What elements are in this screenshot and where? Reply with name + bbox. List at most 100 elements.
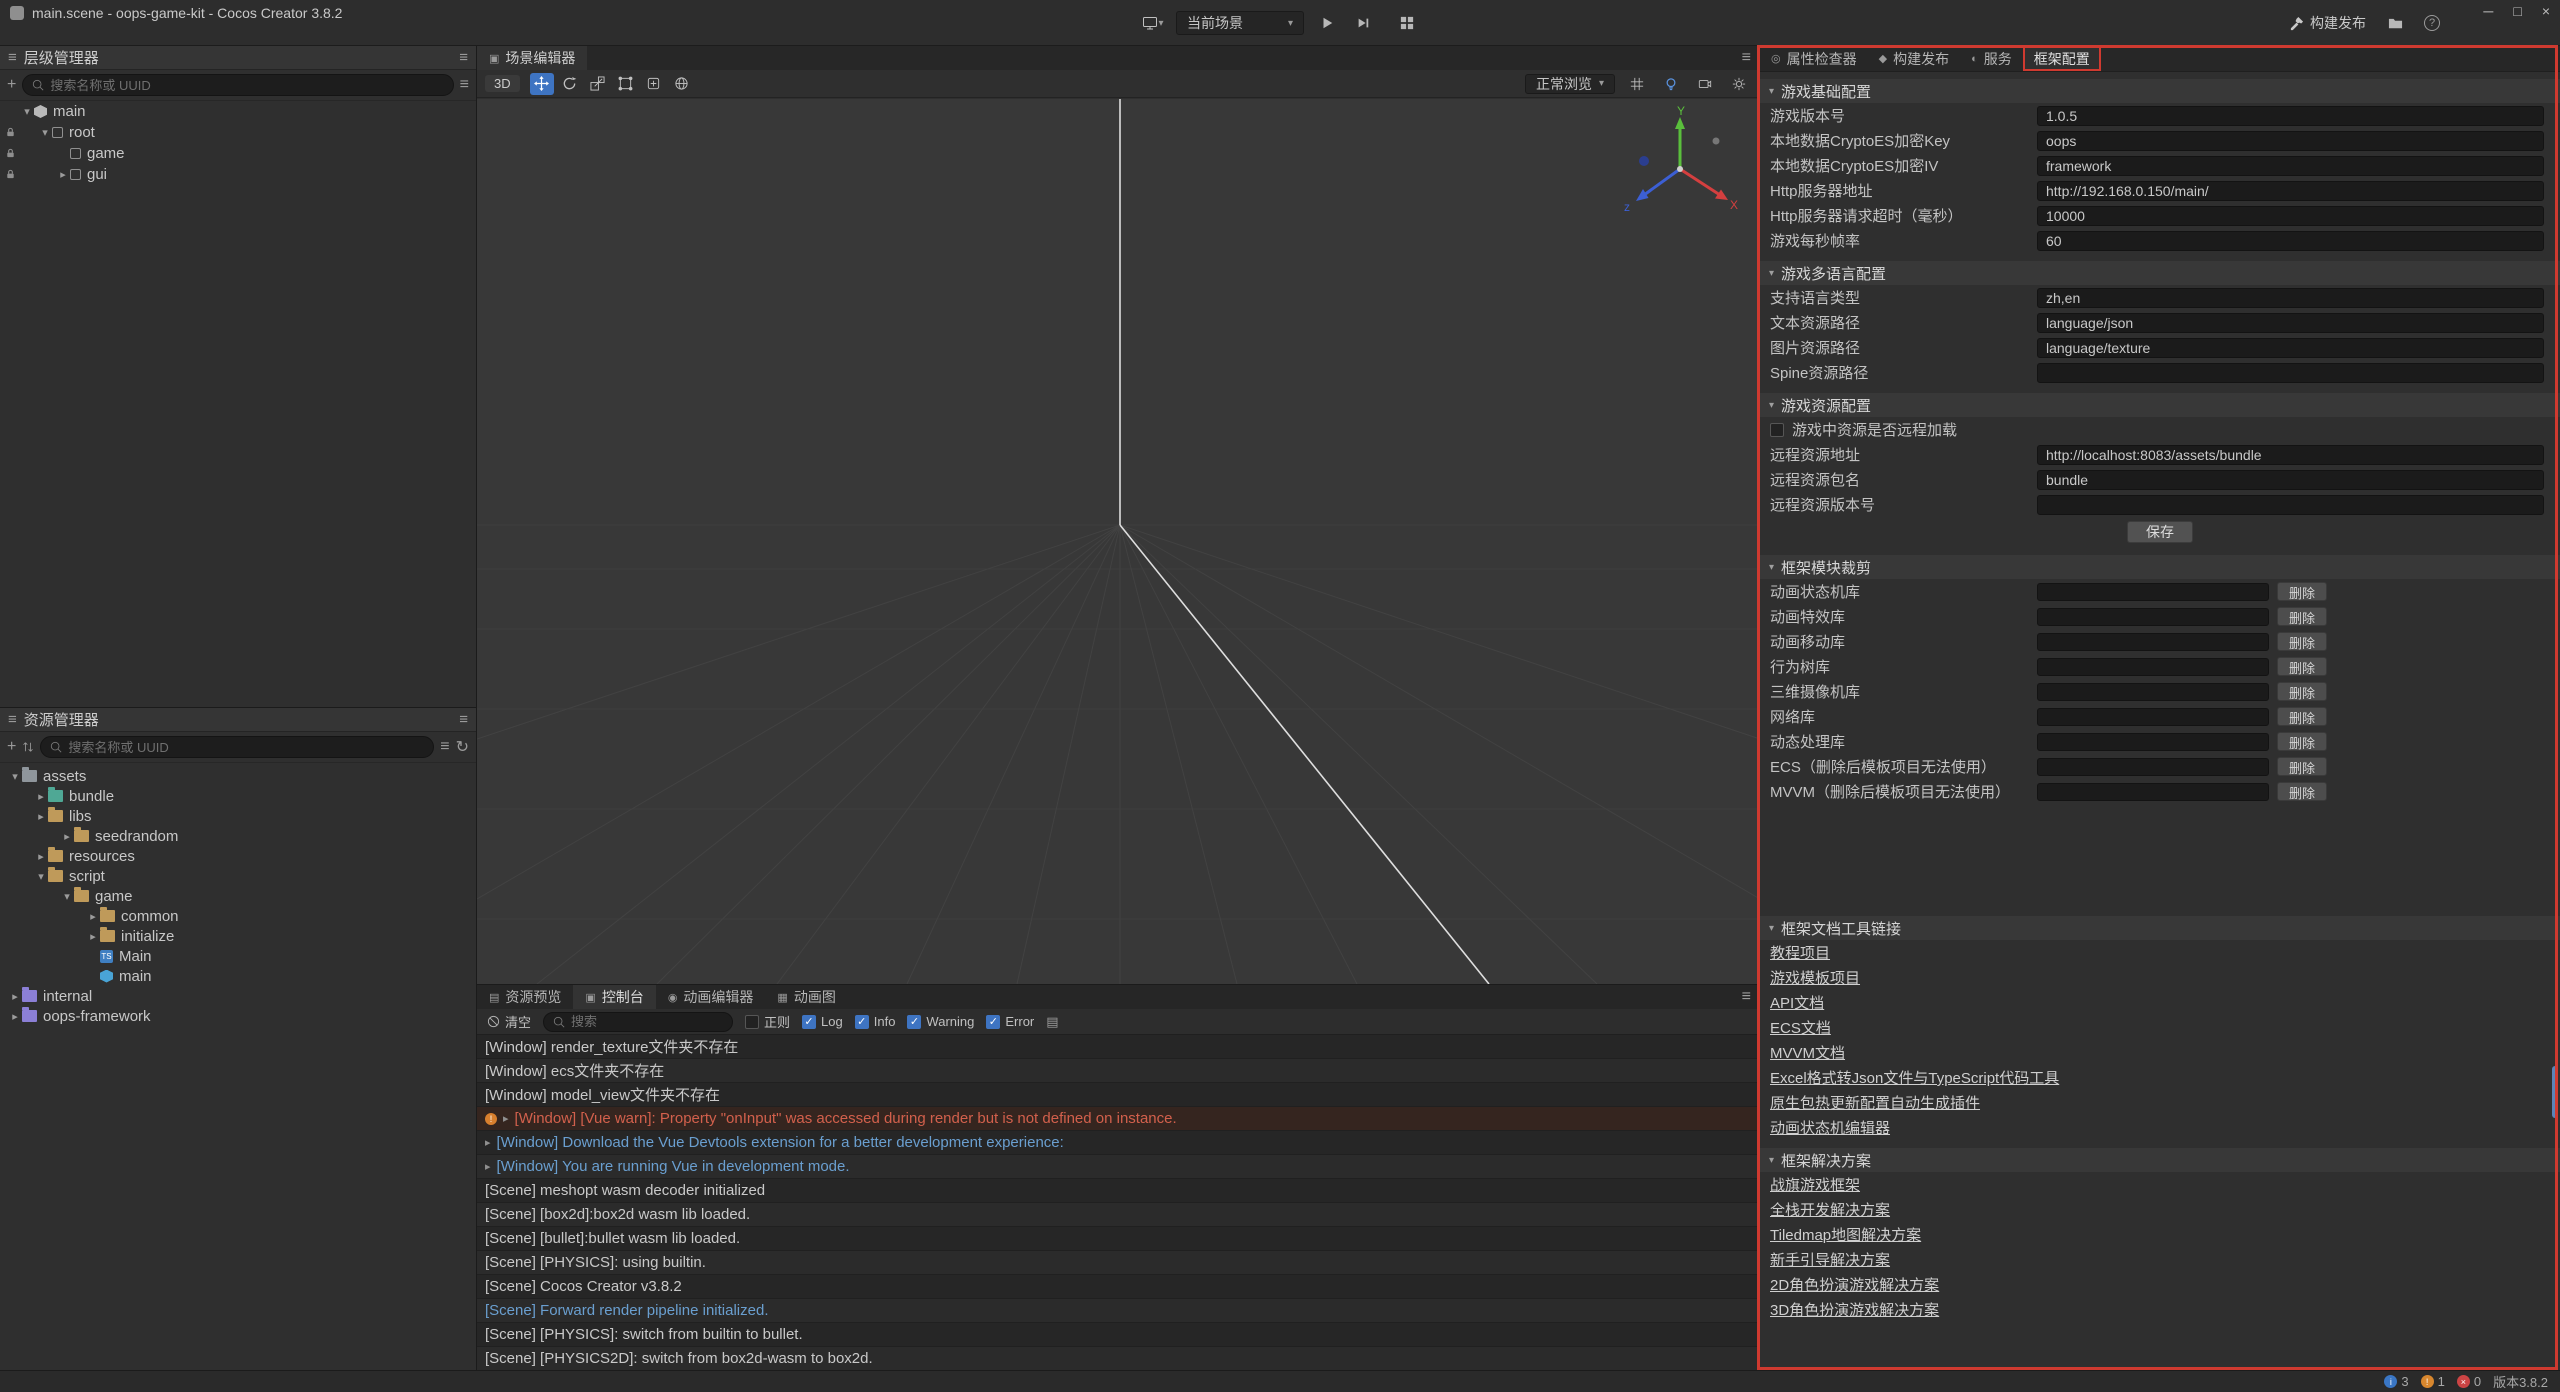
checkbox[interactable]: [907, 1015, 921, 1029]
view-mode-dropdown[interactable]: 正常浏览 ▾: [1525, 74, 1615, 94]
menu-item[interactable]: [144, 24, 164, 44]
solution-link[interactable]: 战旗游戏框架: [1760, 1172, 2560, 1197]
inspector-tab[interactable]: 属性检查器: [1760, 46, 1868, 71]
console-filter-checkbox[interactable]: Warning: [907, 1014, 974, 1029]
doc-link[interactable]: API文档: [1760, 990, 2560, 1015]
camera-settings-button[interactable]: [1693, 73, 1717, 95]
checkbox[interactable]: [855, 1015, 869, 1029]
section-module-trim[interactable]: ▾ 框架模块裁剪: [1760, 555, 2560, 579]
expand-arrow-icon[interactable]: [38, 126, 52, 139]
console-log-row[interactable]: ! ▸ [Scene] [PHYSICS]: switch from built…: [477, 1323, 1759, 1347]
bottom-panel-tab[interactable]: 资源预览: [477, 985, 573, 1009]
error-counter[interactable]: × 0: [2457, 1374, 2481, 1389]
remote-load-checkbox[interactable]: [1770, 423, 1784, 437]
config-input[interactable]: [2037, 495, 2544, 515]
console-log-row[interactable]: ! ▸ [Scene] [bullet]:bullet wasm lib loa…: [477, 1227, 1759, 1251]
assets-search-input[interactable]: [68, 740, 424, 755]
scene-settings-button[interactable]: [1727, 73, 1751, 95]
step-button[interactable]: [1350, 11, 1376, 35]
expand-arrow-icon[interactable]: [86, 910, 100, 923]
section-language-config[interactable]: ▾ 游戏多语言配置: [1760, 261, 2560, 285]
create-node-button[interactable]: +: [7, 76, 16, 94]
console-filter-checkbox[interactable]: Error: [986, 1014, 1034, 1029]
menu-item[interactable]: [44, 24, 64, 44]
menu-item[interactable]: [64, 24, 84, 44]
checkbox[interactable]: [986, 1015, 1000, 1029]
asset-row[interactable]: oops-framework: [0, 1006, 476, 1026]
expand-arrow-icon[interactable]: [34, 790, 48, 803]
doc-link[interactable]: 游戏模板项目: [1760, 965, 2560, 990]
asset-row[interactable]: script: [0, 866, 476, 886]
checkbox[interactable]: [745, 1015, 759, 1029]
grid-toggle-button[interactable]: [1625, 73, 1649, 95]
console-log-row[interactable]: ! ▸ [Window] You are running Vue in deve…: [477, 1155, 1759, 1179]
solution-link[interactable]: 3D角色扮演游戏解决方案: [1760, 1297, 2560, 1322]
console-filter-checkbox[interactable]: Info: [855, 1014, 896, 1029]
expand-arrow-icon[interactable]: ▸: [485, 1136, 491, 1149]
console-log-row[interactable]: ! ▸ [Window] render_texture文件夹不存在: [477, 1035, 1759, 1059]
asset-row[interactable]: assets: [0, 766, 476, 786]
menu-item[interactable]: [4, 24, 24, 44]
console-log-row[interactable]: ! ▸ [Window] [Vue warn]: Property "onInp…: [477, 1107, 1759, 1131]
asset-row[interactable]: bundle: [0, 786, 476, 806]
doc-link[interactable]: 原生包热更新配置自动生成插件: [1760, 1090, 2560, 1115]
scene-select-dropdown[interactable]: 当前场景 ▾: [1176, 11, 1304, 35]
hierarchy-filter-icon[interactable]: ≡: [460, 76, 469, 94]
mode-3d-toggle[interactable]: 3D: [485, 75, 520, 92]
minimize-button[interactable]: ─: [2483, 3, 2493, 19]
expand-arrow-icon[interactable]: [20, 105, 34, 118]
config-input[interactable]: [2037, 156, 2544, 176]
asset-row[interactable]: resources: [0, 846, 476, 866]
config-input[interactable]: [2037, 231, 2544, 251]
asset-row[interactable]: seedrandom: [0, 826, 476, 846]
section-resource-config[interactable]: ▾ 游戏资源配置: [1760, 393, 2560, 417]
asset-row[interactable]: initialize: [0, 926, 476, 946]
expand-arrow-icon[interactable]: ▸: [503, 1112, 509, 1125]
tab-scene-editor[interactable]: ▣ 场景编辑器: [477, 46, 587, 70]
gizmo-space-toggle-button[interactable]: [670, 73, 694, 95]
axis-gizmo[interactable]: Y X z: [1620, 105, 1740, 225]
create-asset-button[interactable]: +: [7, 738, 16, 756]
config-input[interactable]: [2037, 206, 2544, 226]
delete-module-button[interactable]: 删除: [2277, 632, 2327, 651]
console-log-row[interactable]: ! ▸ [Scene] meshopt wasm decoder initial…: [477, 1179, 1759, 1203]
expand-arrow-icon[interactable]: [34, 810, 48, 823]
menu-item[interactable]: [24, 24, 44, 44]
close-button[interactable]: ×: [2542, 3, 2550, 19]
config-input[interactable]: [2037, 106, 2544, 126]
delete-module-button[interactable]: 删除: [2277, 782, 2327, 801]
expand-arrow-icon[interactable]: [86, 930, 100, 943]
console-log-row[interactable]: ! ▸ [Window] Download the Vue Devtools e…: [477, 1131, 1759, 1155]
checkbox[interactable]: [802, 1015, 816, 1029]
config-input[interactable]: [2037, 445, 2544, 465]
delete-module-button[interactable]: 删除: [2277, 582, 2327, 601]
layout-button[interactable]: [1394, 11, 1420, 35]
menu-item[interactable]: [84, 24, 104, 44]
anchor-tool-button[interactable]: [642, 73, 666, 95]
delete-module-button[interactable]: 删除: [2277, 682, 2327, 701]
console-log-row[interactable]: ! ▸ [Window] ecs文件夹不存在: [477, 1059, 1759, 1083]
hierarchy-node-row[interactable]: gui: [0, 164, 476, 185]
console-log-row[interactable]: ! ▸ [Scene] [box2d]:box2d wasm lib loade…: [477, 1203, 1759, 1227]
hierarchy-search-input[interactable]: [50, 78, 443, 93]
build-publish-button[interactable]: 构建发布: [2289, 13, 2366, 33]
delete-module-button[interactable]: 删除: [2277, 757, 2327, 776]
rotate-tool-button[interactable]: [558, 73, 582, 95]
export-log-icon[interactable]: ▤: [1046, 1014, 1058, 1030]
expand-arrow-icon[interactable]: [60, 890, 74, 903]
doc-link[interactable]: ECS文档: [1760, 1015, 2560, 1040]
doc-link[interactable]: 教程项目: [1760, 940, 2560, 965]
delete-module-button[interactable]: 删除: [2277, 732, 2327, 751]
asset-row[interactable]: libs: [0, 806, 476, 826]
move-tool-button[interactable]: [530, 73, 554, 95]
bottom-panel-tab[interactable]: 动画图: [765, 985, 847, 1009]
config-input[interactable]: [2037, 131, 2544, 151]
menu-item[interactable]: [124, 24, 144, 44]
solution-link[interactable]: 2D角色扮演游戏解决方案: [1760, 1272, 2560, 1297]
hierarchy-node-row[interactable]: main: [0, 101, 476, 122]
save-button[interactable]: 保存: [2127, 521, 2193, 543]
expand-arrow-icon[interactable]: [34, 850, 48, 863]
doc-link[interactable]: MVVM文档: [1760, 1040, 2560, 1065]
console-log-row[interactable]: ! ▸ [Scene] Forward render pipeline init…: [477, 1299, 1759, 1323]
help-button[interactable]: ?: [2424, 15, 2440, 31]
